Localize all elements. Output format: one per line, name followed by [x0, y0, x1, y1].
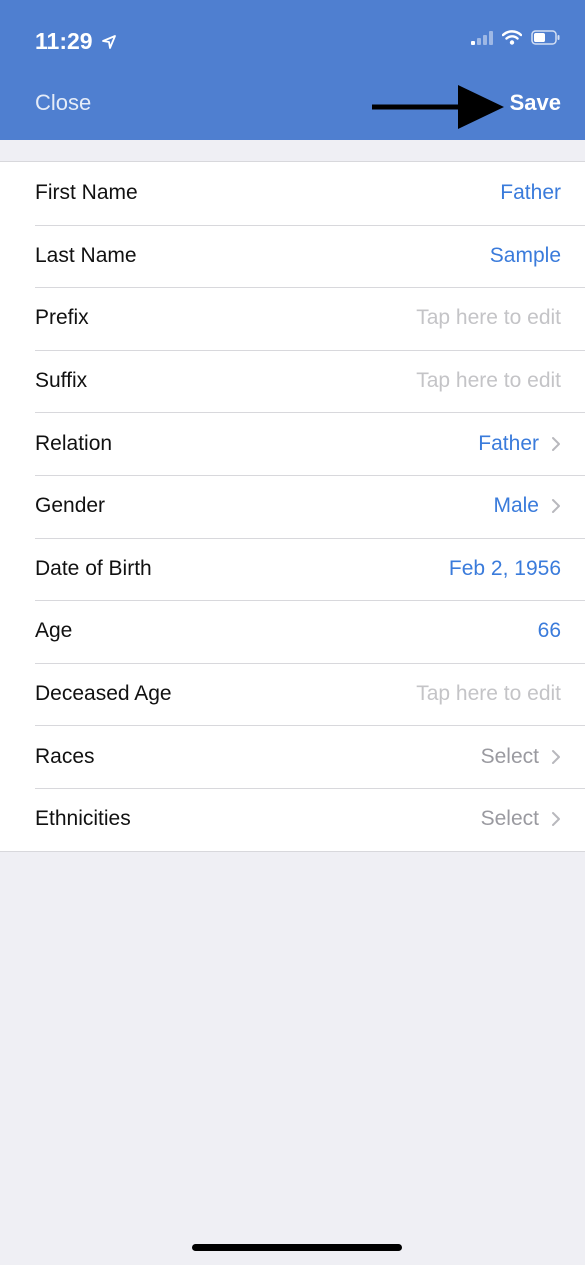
row-suffix[interactable]: Suffix Tap here to edit	[0, 349, 585, 413]
row-label: Deceased Age	[35, 682, 172, 706]
arrow-pointer-icon	[372, 85, 504, 129]
battery-icon	[531, 30, 560, 45]
chevron-right-icon	[551, 498, 561, 514]
row-label: Suffix	[35, 369, 88, 393]
row-races[interactable]: Races Select	[0, 725, 585, 788]
navigation-header: 11:29 Close Save	[0, 0, 585, 140]
row-value: Father	[478, 431, 539, 455]
time-text: 11:29	[35, 28, 93, 54]
status-bar-time: 11:29	[35, 28, 117, 55]
row-label: First Name	[35, 181, 138, 205]
row-last-name[interactable]: Last Name Sample	[0, 224, 585, 288]
row-placeholder: Tap here to edit	[416, 682, 561, 706]
row-value: Male	[493, 494, 539, 518]
row-deceased-age[interactable]: Deceased Age Tap here to edit	[0, 662, 585, 726]
relative-details-form: First Name Father Last Name Sample Prefi…	[0, 161, 585, 852]
edit-relative-screen: 11:29 Close Save First Name Father Last …	[0, 0, 585, 1265]
row-value: Sample	[489, 243, 561, 267]
row-label: Last Name	[35, 243, 137, 267]
row-first-name[interactable]: First Name Father	[0, 162, 585, 225]
home-indicator[interactable]	[192, 1244, 402, 1251]
cellular-signal-icon	[471, 30, 493, 45]
chevron-right-icon	[551, 749, 561, 765]
status-bar-icons	[471, 30, 561, 45]
row-label: Races	[35, 744, 95, 768]
save-button[interactable]: Save	[510, 90, 561, 116]
row-label: Prefix	[35, 306, 89, 330]
wifi-icon	[502, 30, 522, 45]
row-prefix[interactable]: Prefix Tap here to edit	[0, 287, 585, 350]
row-value: Father	[500, 181, 561, 205]
row-placeholder: Tap here to edit	[416, 369, 561, 393]
close-button[interactable]: Close	[35, 90, 91, 116]
row-placeholder: Tap here to edit	[416, 306, 561, 330]
location-arrow-icon	[101, 34, 116, 49]
row-relation[interactable]: Relation Father	[0, 412, 585, 475]
row-date-of-birth[interactable]: Date of Birth Feb 2, 1956	[0, 537, 585, 601]
row-value: Select	[480, 807, 539, 831]
row-label: Date of Birth	[35, 556, 152, 580]
row-label: Ethnicities	[35, 807, 131, 831]
row-label: Age	[35, 619, 73, 643]
chevron-right-icon	[551, 811, 561, 827]
row-ethnicities[interactable]: Ethnicities Select	[0, 787, 585, 851]
row-age[interactable]: Age 66	[0, 600, 585, 663]
row-value: Select	[480, 744, 539, 768]
row-label: Gender	[35, 494, 106, 518]
row-label: Relation	[35, 431, 113, 455]
row-value: Feb 2, 1956	[448, 556, 561, 580]
chevron-right-icon	[551, 436, 561, 452]
row-value: 66	[537, 619, 561, 643]
row-gender[interactable]: Gender Male	[0, 474, 585, 538]
